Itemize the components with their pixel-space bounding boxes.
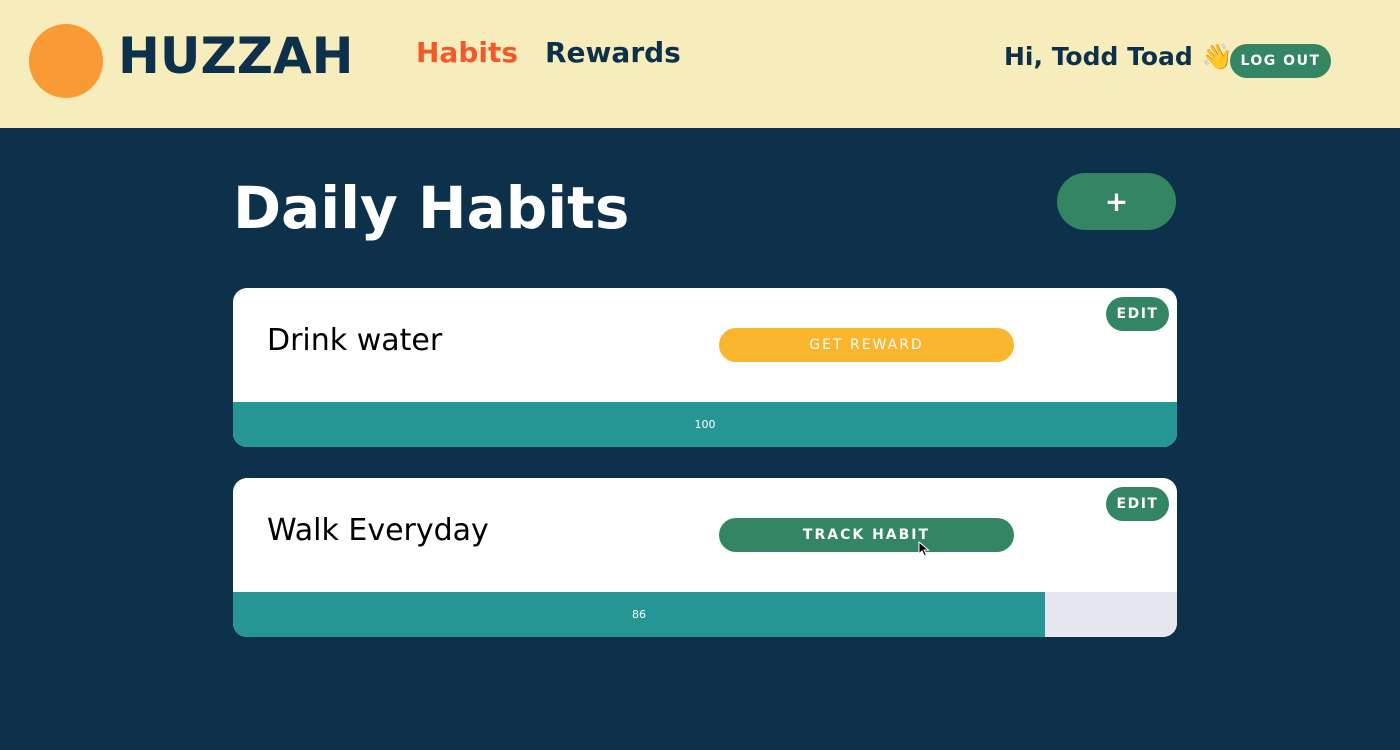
habit-progress-bar: 100: [233, 402, 1177, 447]
nav-link-rewards[interactable]: Rewards: [545, 34, 681, 72]
habit-card: Drink water EDIT GET REWARD 100: [233, 288, 1177, 447]
nav-link-habits[interactable]: Habits: [416, 34, 518, 72]
get-reward-button[interactable]: GET REWARD: [719, 328, 1014, 362]
top-nav-bar: HUZZAH Habits Rewards Hi, Todd Toad 👋 LO…: [0, 0, 1400, 128]
edit-habit-button[interactable]: EDIT: [1106, 297, 1169, 331]
track-habit-button[interactable]: TRACK HABIT: [719, 518, 1014, 552]
logout-button[interactable]: LOG OUT: [1230, 44, 1331, 78]
habit-card: Walk Everyday EDIT TRACK HABIT 86: [233, 478, 1177, 637]
progress-value: 86: [632, 608, 646, 621]
edit-habit-button[interactable]: EDIT: [1106, 487, 1169, 521]
page-title: Daily Habits: [233, 174, 630, 242]
mouse-pointer-icon: [918, 541, 930, 557]
user-greeting: Hi, Todd Toad 👋: [1004, 42, 1233, 71]
habit-progress-bar: 86: [233, 592, 1177, 637]
brand-name[interactable]: HUZZAH: [118, 26, 354, 86]
add-habit-button[interactable]: +: [1057, 173, 1176, 230]
progress-value: 100: [694, 418, 716, 431]
logo-circle-icon[interactable]: [29, 24, 103, 98]
habit-name: Drink water: [267, 323, 443, 358]
habit-name: Walk Everyday: [267, 513, 489, 548]
